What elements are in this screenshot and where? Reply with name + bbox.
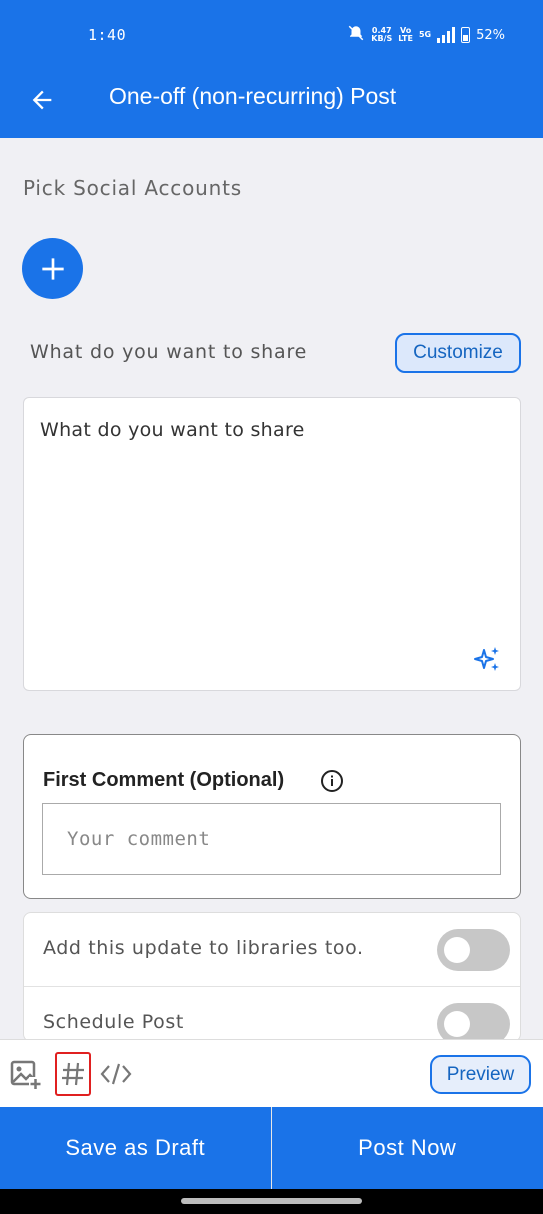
preview-button[interactable]: Preview — [430, 1055, 531, 1094]
customize-button[interactable]: Customize — [395, 333, 521, 373]
mute-icon — [347, 24, 365, 46]
schedule-toggle[interactable] — [437, 1003, 510, 1041]
lte-label: LTE — [398, 34, 413, 43]
options-card: Add this update to libraries too. Schedu… — [23, 912, 521, 1042]
share-placeholder: What do you want to share — [40, 419, 305, 441]
bottom-action-bar: Save as Draft Post Now — [0, 1107, 543, 1189]
volte-indicator: Vo LTE — [398, 27, 413, 43]
status-icons: 0.47 KB/S Vo LTE 5G 52% — [347, 24, 505, 46]
toggle-knob — [444, 1011, 470, 1037]
page-title: One-off (non-recurring) Post — [109, 83, 397, 109]
signal-type: 5G — [418, 30, 432, 39]
battery-icon — [461, 27, 471, 43]
share-label: What do you want to share — [30, 341, 308, 363]
network-speed-unit: KB/S — [371, 34, 393, 43]
save-as-draft-button[interactable]: Save as Draft — [0, 1107, 272, 1189]
toggle-row-libraries: Add this update to libraries too. — [24, 913, 520, 987]
post-now-button[interactable]: Post Now — [272, 1107, 543, 1189]
back-button[interactable] — [22, 80, 62, 120]
arrow-left-icon — [32, 90, 52, 110]
toggle-row-schedule: Schedule Post — [24, 987, 520, 1041]
pick-social-accounts-label: Pick Social Accounts — [23, 176, 242, 200]
first-comment-input[interactable] — [42, 803, 501, 875]
libraries-toggle[interactable] — [437, 929, 510, 971]
battery-percent: 52% — [476, 27, 505, 43]
info-icon[interactable] — [320, 769, 344, 797]
status-time: 1:40 — [88, 26, 127, 44]
schedule-toggle-label: Schedule Post — [43, 1011, 184, 1033]
home-gesture-handle[interactable] — [181, 1198, 362, 1204]
code-icon — [100, 1063, 132, 1085]
libraries-toggle-label: Add this update to libraries too. — [43, 937, 364, 959]
hashtag-button[interactable] — [55, 1052, 91, 1096]
plus-icon — [41, 257, 64, 280]
add-image-button[interactable] — [8, 1052, 44, 1096]
hashtag-icon — [62, 1062, 84, 1086]
add-social-account-button[interactable] — [22, 238, 83, 299]
signal-icon — [437, 27, 456, 43]
toggle-knob — [444, 937, 470, 963]
code-button[interactable] — [98, 1052, 134, 1096]
first-comment-title: First Comment (Optional) — [43, 769, 285, 791]
first-comment-card: First Comment (Optional) — [23, 734, 521, 899]
add-image-icon — [10, 1060, 42, 1090]
composer-toolbar: Preview — [0, 1039, 543, 1107]
sparkle-icon[interactable] — [472, 644, 502, 678]
network-speed: 0.47 KB/S — [371, 27, 392, 43]
share-textarea[interactable]: What do you want to share — [23, 397, 521, 691]
status-bar: 1:40 0.47 KB/S Vo LTE 5G 52% — [0, 0, 543, 66]
system-nav-bar — [0, 1189, 543, 1214]
app-bar: One-off (non-recurring) Post — [0, 66, 543, 138]
